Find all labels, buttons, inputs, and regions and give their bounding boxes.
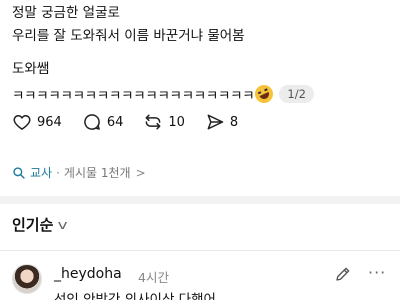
comment-divider [0, 250, 400, 251]
edit-pencil-icon[interactable] [334, 265, 352, 283]
sort-label: 인기순 [12, 216, 54, 234]
board-separator: · [56, 165, 60, 180]
more-options-icon[interactable]: ··· [368, 263, 386, 282]
repost-icon [145, 114, 161, 130]
share-button[interactable]: 8 [205, 112, 238, 132]
comment-text: 선인 안방간 의사이상 다했어 [54, 292, 216, 300]
board-name: 교사 [30, 166, 53, 180]
comment-username[interactable]: _heydoha [54, 266, 122, 282]
laugh-row: ㅋㅋㅋㅋㅋㅋㅋㅋㅋㅋㅋㅋㅋㅋㅋㅋㅋㅋㅋㅋ 1/2 [12, 81, 388, 107]
rolling-laughing-emoji-icon [252, 82, 277, 106]
chevron-right-icon: > [135, 165, 146, 180]
post-text-line: 우리를 잘 도와줘서 이름 바꾼거냐 물어봄 [12, 28, 245, 44]
post-body: 정말 궁금한 얼굴로 우리를 잘 도와줘서 이름 바꾼거냐 물어봄 도와쌤 ㅋㅋ… [12, 2, 388, 107]
share-count: 8 [229, 114, 239, 130]
comment-bubble-icon [84, 114, 100, 130]
comment-time: 4시간 [138, 270, 169, 285]
sort-dropdown[interactable]: 인기순 v [12, 214, 68, 235]
repost-button[interactable]: 10 [143, 112, 185, 132]
section-divider [0, 196, 400, 204]
post-text-line: 정말 궁금한 얼굴로 [12, 5, 120, 21]
like-count: 964 [37, 114, 62, 130]
post-text-line: 도와쌤 [12, 61, 50, 77]
comment-count: 64 [106, 114, 124, 130]
post-actions: 964 64 10 8 [12, 112, 258, 132]
board-link[interactable]: 교사 · 게시물 1천개 > [12, 164, 146, 181]
chevron-down-icon: v [57, 217, 68, 232]
repost-count: 10 [168, 114, 185, 130]
page-indicator[interactable]: 1/2 [279, 85, 314, 103]
board-post-count: 게시물 1천개 [63, 166, 131, 180]
search-icon [13, 166, 25, 179]
send-icon [207, 114, 224, 130]
avatar[interactable] [12, 264, 42, 294]
comment-button[interactable]: 64 [82, 112, 124, 132]
like-button[interactable]: 964 [12, 112, 62, 132]
heart-icon [13, 115, 31, 130]
post-text-laugh: ㅋㅋㅋㅋㅋㅋㅋㅋㅋㅋㅋㅋㅋㅋㅋㅋㅋㅋㅋㅋ [12, 88, 255, 104]
